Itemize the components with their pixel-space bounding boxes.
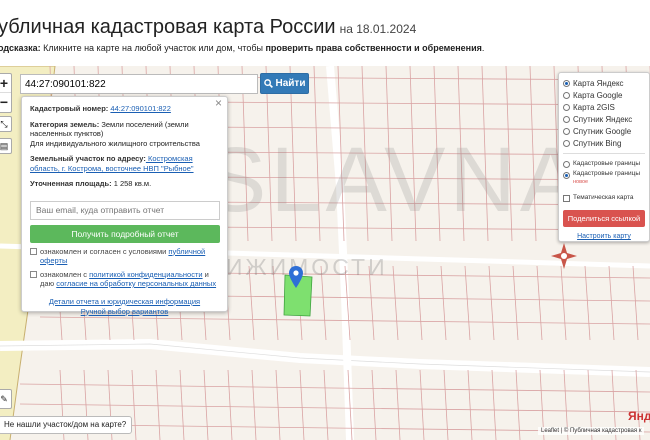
manual-selection-link[interactable]: Ручной выбор вариантов	[30, 307, 219, 317]
radio-icon	[563, 103, 570, 111]
offer-consent-checkbox[interactable]: ознакомлен и согласен с условиями публич…	[30, 247, 219, 266]
radio-icon	[563, 115, 570, 123]
pencil-icon: ✎	[0, 394, 8, 404]
land-category-label: Категория земель:	[30, 119, 100, 129]
layer-option-label: Спутник Bing	[573, 138, 622, 148]
ruler-tool-button[interactable]: ⤡	[0, 116, 12, 132]
layer-option[interactable]: Спутник Яндекс	[563, 113, 645, 125]
brand-logo-icon	[551, 243, 577, 269]
layer-option-label: Карта Google	[573, 90, 623, 100]
close-icon[interactable]: ×	[215, 97, 222, 108]
layer-option-label: Спутник Яндекс	[573, 114, 633, 124]
privacy-consent-checkbox[interactable]: ознакомлен с политикой конфиденциальност…	[30, 270, 219, 289]
personal-data-link[interactable]: согласие на обработку персональных данны…	[56, 279, 216, 288]
layer-option-label: Карта 2GIS	[573, 102, 615, 112]
yandex-logo: Янде	[628, 409, 650, 423]
share-link-button[interactable]: Поделиться ссылкой	[563, 210, 645, 227]
layer-option-label: Спутник Google	[573, 126, 632, 136]
location-marker-icon[interactable]	[289, 266, 303, 288]
address-label: Земельный участок по адресу:	[30, 154, 146, 163]
search-button[interactable]: Найти	[260, 73, 309, 94]
layer-option[interactable]: Спутник Google	[563, 125, 645, 137]
new-badge: новое	[573, 178, 589, 185]
zoom-control: + −	[0, 73, 12, 113]
hint-text: одсказка: Кликните на карте на любой уча…	[0, 43, 485, 53]
layer-option[interactable]: Карта 2GIS	[563, 101, 645, 113]
layer-option[interactable]: Спутник Bing	[563, 137, 645, 149]
radio-icon	[563, 79, 570, 87]
cadastral-number-link[interactable]: 44:27:090101:822	[110, 104, 170, 113]
get-report-button[interactable]: Получить подробный отчет	[30, 224, 220, 243]
layer-option-label: Карта Яндекс	[573, 78, 624, 88]
radio-icon	[563, 139, 570, 147]
search-icon	[263, 79, 273, 88]
privacy-link[interactable]: политикой конфиденциальности	[89, 270, 202, 279]
zoom-out-button[interactable]: −	[0, 93, 11, 112]
cadastral-number-label: Кадастровый номер:	[30, 104, 109, 113]
print-icon: ▤	[0, 141, 9, 151]
radio-icon	[563, 91, 570, 99]
not-found-button[interactable]: Не нашли участок/дом на карте?	[0, 416, 133, 434]
zoom-in-button[interactable]: +	[0, 74, 11, 93]
thematic-map-checkbox[interactable]: Тематическая карта	[563, 192, 645, 204]
page-title: убличная кадастровая карта России на 18.0…	[0, 16, 417, 38]
parcel-info-popup: × Кадастровый номер: 44:27:090101:822 Ка…	[21, 96, 228, 316]
report-details-link[interactable]: Детали отчета и юридическая информация	[30, 297, 219, 307]
map-attribution[interactable]: Leaflet | © Публичная кадастровая к	[538, 427, 645, 435]
cadastral-borders-option[interactable]: Кадастровые границы	[563, 158, 645, 170]
setup-map-link[interactable]: Настроить карту	[563, 233, 645, 240]
edit-tool-button[interactable]: ✎	[0, 389, 12, 409]
cadastral-search-input[interactable]	[20, 74, 258, 94]
layer-option[interactable]: Карта Яндекс	[563, 77, 645, 89]
radio-icon	[563, 127, 570, 135]
area-label: Уточненная площадь:	[30, 179, 112, 188]
date-label: на 18.01.2024	[339, 22, 417, 36]
layers-panel: Карта Яндекс Карта Google Карта 2GIS Спутни…	[558, 72, 650, 242]
page-header: убличная кадастровая карта России на 18.0…	[0, 0, 650, 66]
email-input[interactable]	[30, 200, 220, 220]
area-value: 1 258 кв.м.	[111, 179, 152, 188]
land-usage-value: Для индивидуального жилищного строительс…	[30, 138, 200, 148]
cadastral-borders-new-option[interactable]: Кадастровые границы новое	[563, 170, 645, 192]
layer-option[interactable]: Карта Google	[563, 89, 645, 101]
print-tool-button[interactable]: ▤	[0, 138, 12, 154]
ruler-icon: ⤡	[0, 119, 8, 129]
